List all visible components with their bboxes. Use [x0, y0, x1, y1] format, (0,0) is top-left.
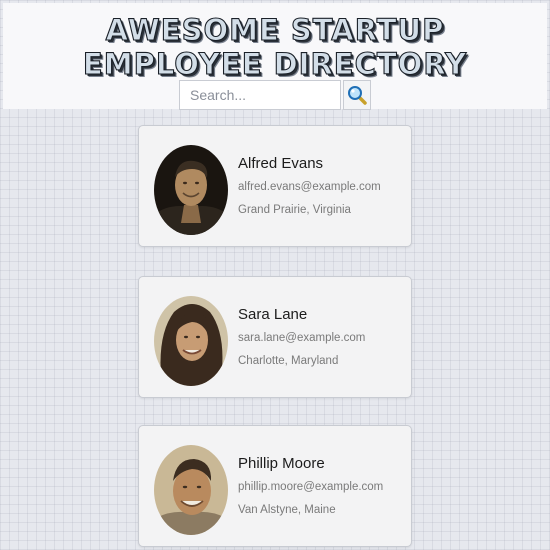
page-title: AWESOME STARTUP EMPLOYEE DIRECTORY [3, 12, 547, 81]
avatar [154, 145, 228, 235]
search-input[interactable] [179, 80, 341, 110]
employee-name: Sara Lane [238, 306, 308, 323]
employee-location: Van Alstyne, Maine [238, 504, 336, 516]
employee-location: Grand Prairie, Virginia [238, 204, 351, 216]
employee-name: Alfred Evans [238, 155, 324, 172]
employee-email: phillip.moore@example.com [238, 481, 384, 493]
avatar [154, 445, 228, 535]
employee-card[interactable]: Alfred Evans alfred.evans@example.com Gr… [138, 125, 412, 247]
employee-email: sara.lane@example.com [238, 332, 366, 344]
employee-location: Charlotte, Maryland [238, 355, 339, 367]
avatar [154, 296, 228, 386]
employee-name: Phillip Moore [238, 455, 325, 472]
page-title-line-2: EMPLOYEE DIRECTORY [82, 46, 468, 81]
employee-card[interactable]: Sara Lane sara.lane@example.com Charlott… [138, 276, 412, 398]
employee-email: alfred.evans@example.com [238, 181, 381, 193]
employee-card[interactable]: Phillip Moore phillip.moore@example.com … [138, 425, 412, 547]
page-title-line-1: AWESOME STARTUP [105, 12, 445, 47]
magnifier-icon [348, 86, 367, 105]
search-button[interactable] [343, 80, 371, 110]
